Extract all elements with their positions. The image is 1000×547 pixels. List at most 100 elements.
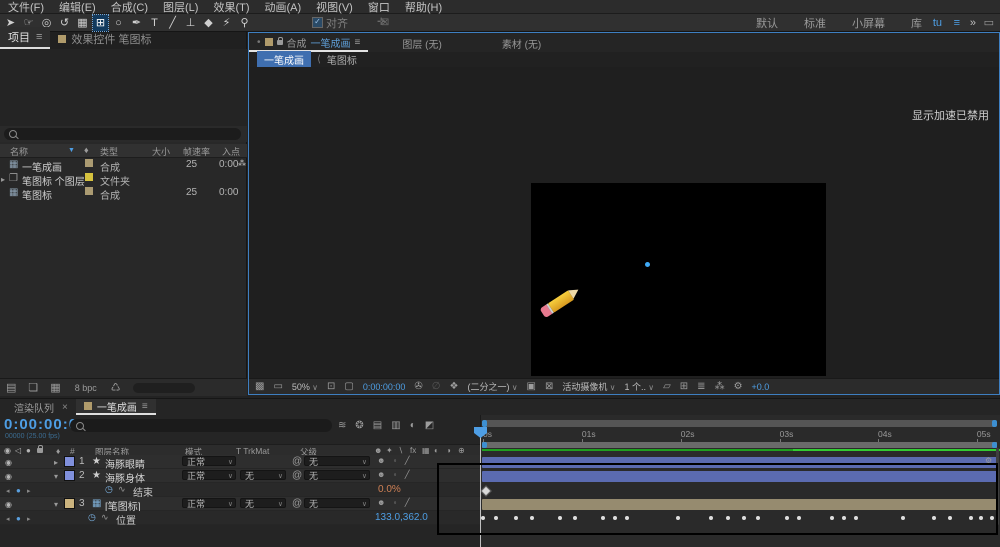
- show-snapshot-icon[interactable]: ∅: [432, 381, 441, 392]
- exposure-value[interactable]: +0.0: [752, 382, 770, 392]
- graph-editor-icon[interactable]: ◩: [425, 420, 434, 431]
- delete-icon[interactable]: ♺: [111, 381, 121, 394]
- menu-item-6[interactable]: 视图(V): [316, 0, 353, 15]
- expander-icon[interactable]: ▸: [1, 175, 5, 184]
- next-keyframe-icon[interactable]: ▸: [27, 487, 31, 495]
- preview-timecode[interactable]: 0:00:00:00: [363, 382, 406, 392]
- parent-dropdown[interactable]: 无 ∨: [304, 470, 370, 481]
- resolution-dropdown[interactable]: (二分之一): [467, 380, 517, 393]
- menu-item-1[interactable]: 编辑(E): [59, 0, 96, 15]
- switch-header-icon-6[interactable]: ◑: [446, 446, 451, 455]
- project-row-folder[interactable]: ▸ ❐ 笔图标 个图层 文件夹: [0, 172, 247, 188]
- marker-icon[interactable]: ⊠: [381, 17, 389, 28]
- label-chip[interactable]: [85, 187, 93, 195]
- brush-tool[interactable]: ╱: [165, 15, 180, 31]
- bit-depth-label[interactable]: 8 bpc: [75, 383, 97, 393]
- switch-header-icon-3[interactable]: fx: [410, 446, 416, 455]
- navigator-end-handle[interactable]: [992, 420, 997, 427]
- project-columns-header[interactable]: 名称 ▼ ♦ 类型 大小 帧速率 入点: [0, 144, 247, 158]
- property-value[interactable]: 133.0,362.0: [375, 512, 428, 523]
- breadcrumb-comp-parent[interactable]: 笔图标: [327, 52, 357, 67]
- eye-icon[interactable]: ◉: [5, 472, 12, 481]
- project-row-comp1[interactable]: ▦ 一笔成画 合成 25 0:00 ⁂: [0, 158, 247, 174]
- draft-3d-icon[interactable]: ❂: [355, 420, 363, 431]
- snap-checkbox-icon[interactable]: ✓: [312, 17, 323, 28]
- tab-effect-controls[interactable]: 效果控件 笔图标: [50, 29, 159, 49]
- time-navigator-bar[interactable]: [482, 420, 997, 427]
- switch-header-icon-5[interactable]: ◐: [434, 446, 439, 455]
- layer-switches-icons[interactable]: ☻ ◦ ╱: [377, 456, 413, 465]
- mini-flowchart-icon[interactable]: ≋: [338, 420, 346, 431]
- expander-icon[interactable]: ▾: [54, 472, 58, 481]
- keyframe-at-time-icon[interactable]: ●: [16, 486, 21, 495]
- snap-toggle[interactable]: ✓ 对齐: [312, 15, 348, 31]
- item-name[interactable]: 笔图标: [22, 187, 52, 202]
- workspace-overflow-icon[interactable]: »: [970, 17, 976, 29]
- reset-exposure-icon[interactable]: ⚙: [734, 381, 743, 392]
- view-layout-dropdown[interactable]: 1 个..: [624, 380, 654, 393]
- column-type[interactable]: 类型: [100, 145, 118, 158]
- next-keyframe-icon[interactable]: ▸: [27, 515, 31, 523]
- workspace-tab-0[interactable]: 默认: [756, 15, 778, 31]
- tab-layer[interactable]: 图层 (无): [402, 36, 441, 51]
- layer-row-2[interactable]: ◉ ▾ 2 ★ 海豚身体 正常 ∨ 无 ∨ @ 无 ∨ ☻ ◦ ╱: [0, 469, 480, 485]
- sort-arrow-icon[interactable]: ▼: [68, 147, 75, 154]
- channels-icon[interactable]: ❖: [450, 381, 459, 392]
- parent-dropdown[interactable]: 无 ∨: [304, 456, 370, 467]
- time-ruler[interactable]: 0s 01s 02s 03s 04s 05s: [482, 429, 997, 443]
- breadcrumb-comp-current[interactable]: 一笔成画: [257, 51, 311, 68]
- column-in[interactable]: 入点: [222, 145, 240, 158]
- column-fps[interactable]: 帧速率: [183, 145, 210, 158]
- project-search-input[interactable]: [4, 128, 241, 140]
- roto-brush-tool[interactable]: ⚡: [219, 15, 234, 31]
- switch-header-icon-0[interactable]: ☻: [374, 446, 382, 455]
- interpret-footage-icon[interactable]: ▤: [6, 381, 16, 394]
- fast-previews-icon[interactable]: ▣: [527, 381, 536, 392]
- property-row-position[interactable]: ◂ ● ▸ ◷ ∿ 位置 133.0,362.0: [0, 511, 480, 527]
- keyframe-at-time-icon[interactable]: ●: [16, 514, 21, 523]
- layer-row-1[interactable]: ◉ ▸ 1 ★ 海豚眼睛 正常 ∨ @ 无 ∨ ☻ ◦ ╱: [0, 455, 480, 471]
- exposure-histogram-icon[interactable]: ≣: [697, 381, 705, 392]
- puppet-pin-tool[interactable]: ⚲: [237, 15, 252, 31]
- layer-row-3[interactable]: ◉ ▾ 3 ▦ [笔图标] 正常 ∨ 无 ∨ @ 无 ∨ ☻ ◦ ╱: [0, 497, 480, 513]
- label-column-icon[interactable]: ♦: [84, 145, 89, 155]
- property-value[interactable]: 0.0%: [378, 484, 401, 495]
- motion-blur-icon[interactable]: ◐: [410, 420, 416, 431]
- workspace-more-label[interactable]: tu: [933, 17, 942, 29]
- workspace-tab-1[interactable]: 标准: [804, 15, 826, 31]
- eye-icon[interactable]: ◉: [5, 458, 12, 467]
- column-size[interactable]: 大小: [152, 145, 170, 158]
- column-name[interactable]: 名称: [10, 145, 28, 158]
- clone-stamp-tool[interactable]: ⊥: [183, 15, 198, 31]
- solo-column-icon[interactable]: ●: [26, 446, 31, 455]
- grid-guides-icon[interactable]: ⊞: [680, 381, 688, 392]
- tab-timeline-comp[interactable]: 一笔成画 ≡: [75, 399, 156, 415]
- screen-mode-icon[interactable]: ▭: [273, 381, 282, 392]
- zoom-level-dropdown[interactable]: 50%: [292, 382, 318, 392]
- eraser-tool[interactable]: ◆: [201, 15, 216, 31]
- parent-dropdown[interactable]: 无 ∨: [304, 498, 370, 509]
- lock-icon[interactable]: [276, 36, 283, 45]
- toggle-transparency-icon[interactable]: ⊠: [545, 381, 553, 392]
- switch-header-icon-1[interactable]: ✦: [386, 446, 393, 455]
- trkmat-dropdown[interactable]: 无 ∨: [240, 470, 286, 481]
- comp-stage[interactable]: [531, 183, 826, 376]
- layer-color-swatch[interactable]: [64, 498, 75, 509]
- prev-keyframe-icon[interactable]: ◂: [6, 487, 10, 495]
- layer-switches-icons[interactable]: ☻ ◦ ╱: [377, 470, 413, 479]
- parent-pickwhip-icon[interactable]: @: [292, 456, 302, 467]
- graph-icon[interactable]: ∿: [101, 512, 109, 523]
- tab-project[interactable]: 项目 ≡: [0, 27, 51, 49]
- expander-icon[interactable]: ▾: [54, 500, 58, 509]
- region-of-interest-icon[interactable]: ▢: [344, 381, 353, 392]
- switch-header-icon-2[interactable]: ∖: [398, 446, 403, 455]
- work-area-start-handle[interactable]: [482, 442, 487, 448]
- workspace-layout-icon[interactable]: ▭: [984, 16, 994, 29]
- hide-shy-icon[interactable]: ▤: [373, 420, 382, 431]
- prev-keyframe-icon[interactable]: ◂: [6, 515, 10, 523]
- project-flowchart-slot[interactable]: [132, 382, 195, 393]
- property-row-end[interactable]: ◂ ● ▸ ◷ ∿ 结束 0.0%: [0, 483, 480, 499]
- workspace-tab-2[interactable]: 小屏幕: [852, 15, 885, 31]
- label-chip[interactable]: [85, 173, 93, 181]
- video-column-icon[interactable]: ◉: [4, 446, 11, 455]
